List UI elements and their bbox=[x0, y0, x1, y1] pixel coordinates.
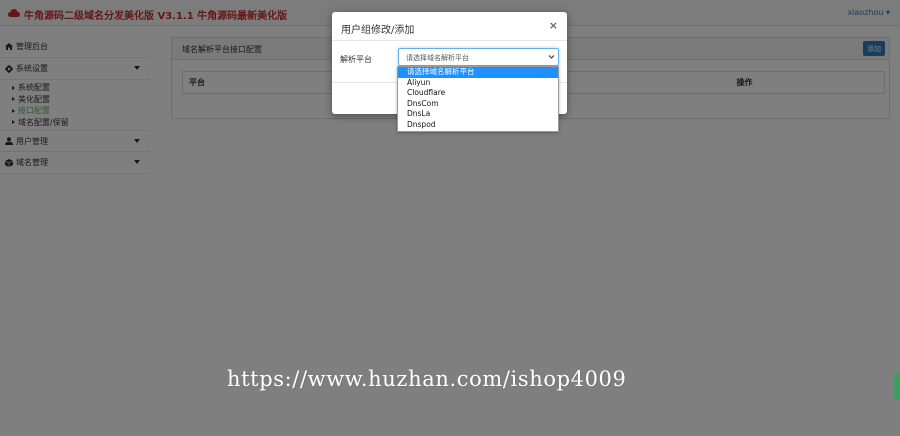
option-dnsla[interactable]: DnsLa bbox=[398, 109, 558, 120]
modal-title: 用户组修改/添加 bbox=[341, 25, 415, 36]
option-dnspod[interactable]: Dnspod bbox=[398, 120, 558, 131]
option-cloudflare[interactable]: Cloudflare bbox=[398, 88, 558, 99]
modal-header: 用户组修改/添加 × bbox=[332, 12, 567, 41]
option-dnscom[interactable]: DnsCom bbox=[398, 99, 558, 110]
select-value: 请选择域名解析平台 bbox=[406, 54, 469, 62]
option-placeholder[interactable]: 请选择域名解析平台 bbox=[398, 67, 558, 78]
option-aliyun[interactable]: Aliyun bbox=[398, 78, 558, 89]
platform-label: 解析平台 bbox=[340, 55, 372, 64]
watermark-url: https://www.huzhan.com/ishop4009 bbox=[227, 367, 627, 391]
platform-options-list: 请选择域名解析平台 Aliyun Cloudflare DnsCom DnsLa… bbox=[397, 66, 559, 132]
chevron-down-icon bbox=[548, 55, 555, 59]
close-button[interactable]: × bbox=[549, 19, 558, 32]
platform-select[interactable]: 请选择域名解析平台 bbox=[398, 48, 559, 66]
side-widget-tab[interactable] bbox=[894, 374, 900, 400]
